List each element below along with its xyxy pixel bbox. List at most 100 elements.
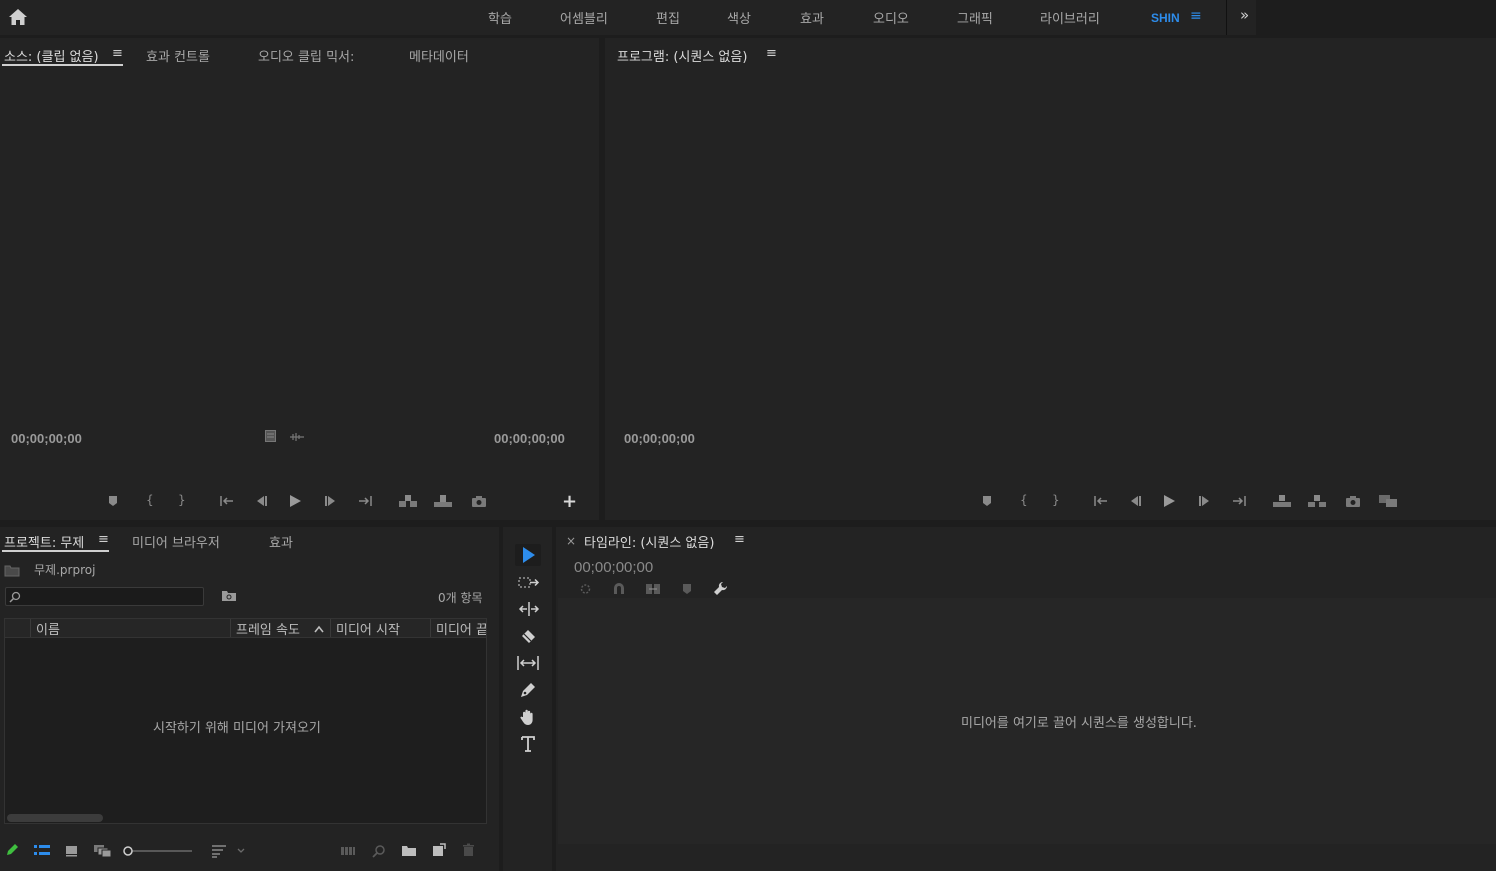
add-marker-icon[interactable] xyxy=(107,495,119,507)
timeline-add-marker-icon[interactable] xyxy=(681,583,693,595)
mark-out-icon[interactable]: } xyxy=(178,493,186,507)
program-play-icon[interactable] xyxy=(1162,494,1176,508)
workspace-assembly[interactable]: 어셈블리 xyxy=(560,8,608,27)
workspace-color[interactable]: 색상 xyxy=(727,8,751,27)
program-export-frame-icon[interactable] xyxy=(1345,495,1361,507)
workspace-shin[interactable]: SHIN xyxy=(1151,11,1180,25)
snap-magnet-icon[interactable] xyxy=(612,582,626,596)
project-bin-icon xyxy=(4,563,20,577)
source-panel-menu-icon[interactable]: ≡ xyxy=(112,46,123,61)
tab-media-browser[interactable]: 미디어 브라우저 xyxy=(132,532,220,551)
home-icon[interactable] xyxy=(8,7,28,27)
track-select-tool[interactable] xyxy=(515,572,541,594)
tab-program[interactable]: 프로그램: (시퀀스 없음) xyxy=(617,46,747,65)
workspace-effects[interactable]: 효과 xyxy=(800,8,824,27)
icon-view-icon[interactable] xyxy=(65,844,79,857)
program-step-back-icon[interactable] xyxy=(1128,495,1142,507)
hand-tool[interactable] xyxy=(515,706,541,728)
step-forward-icon[interactable] xyxy=(324,495,338,507)
lift-icon[interactable] xyxy=(1272,494,1292,508)
go-to-out-icon[interactable] xyxy=(357,495,373,507)
workspace-libraries[interactable]: 라이브러리 xyxy=(1040,8,1100,27)
timeline-empty-message: 미디어를 여기로 끌어 시퀀스를 생성합니다. xyxy=(961,716,1197,731)
ripple-edit-icon xyxy=(518,602,540,616)
source-timecode-playhead[interactable]: 00;00;00;00 xyxy=(11,431,82,446)
tab-metadata[interactable]: 메타데이터 xyxy=(409,46,469,65)
workspace-editing[interactable]: 편집 xyxy=(656,8,680,27)
workspace-graphics[interactable]: 그래픽 xyxy=(957,8,993,27)
slip-icon xyxy=(517,656,539,670)
timeline-panel-menu-icon[interactable]: ≡ xyxy=(734,532,745,547)
program-mark-out-icon[interactable]: } xyxy=(1052,493,1060,507)
tab-timeline[interactable]: 타임라인: (시퀀스 없음) xyxy=(584,532,714,551)
step-back-icon[interactable] xyxy=(254,495,268,507)
play-icon[interactable] xyxy=(288,494,302,508)
project-search-field[interactable] xyxy=(5,587,204,606)
project-tab-underline xyxy=(2,550,109,552)
pen-tool[interactable] xyxy=(515,679,541,701)
zoom-slider[interactable] xyxy=(123,845,193,857)
program-panel-menu-icon[interactable]: ≡ xyxy=(766,46,777,61)
timeline-settings-wrench-icon[interactable] xyxy=(713,581,729,597)
write-enable-pencil-icon[interactable] xyxy=(5,843,19,857)
workspace-audio[interactable]: 오디오 xyxy=(873,8,909,27)
compare-view-icon[interactable] xyxy=(1378,494,1398,508)
workspace-more-icon[interactable]: » xyxy=(1240,6,1249,24)
insert-icon[interactable] xyxy=(398,494,418,508)
slip-tool[interactable] xyxy=(515,652,541,674)
new-bin-icon[interactable] xyxy=(401,844,417,857)
header-divider xyxy=(230,619,231,637)
tab-effects[interactable]: 효과 xyxy=(269,532,293,551)
list-view-icon[interactable] xyxy=(34,844,50,857)
overwrite-icon[interactable] xyxy=(433,494,453,508)
workspace-menu-icon[interactable]: ≡ xyxy=(1190,8,1202,24)
program-add-marker-icon[interactable] xyxy=(981,495,993,507)
find-icon[interactable] xyxy=(372,844,386,858)
program-go-to-out-icon[interactable] xyxy=(1231,495,1247,507)
add-button-icon[interactable]: + xyxy=(562,491,577,512)
sort-icons-icon[interactable] xyxy=(211,844,227,858)
program-go-to-in-icon[interactable] xyxy=(1093,495,1109,507)
program-mark-in-icon[interactable]: { xyxy=(1020,493,1028,507)
selection-tool[interactable] xyxy=(515,544,541,566)
ripple-edit-tool[interactable] xyxy=(515,598,541,620)
drag-video-icon[interactable] xyxy=(265,430,276,442)
close-timeline-icon[interactable]: × xyxy=(566,534,576,548)
workspace-learn[interactable]: 학습 xyxy=(488,8,512,27)
item-count: 0개 항목 xyxy=(438,591,483,605)
pen-icon xyxy=(521,683,535,697)
type-tool[interactable] xyxy=(515,733,541,755)
trash-icon[interactable] xyxy=(462,843,475,857)
project-panel-menu-icon[interactable]: ≡ xyxy=(98,532,109,547)
find-in-bin-icon[interactable] xyxy=(221,589,237,603)
column-media-start[interactable]: 미디어 시작 xyxy=(336,619,428,637)
go-to-in-icon[interactable] xyxy=(219,495,235,507)
sort-ascending-icon[interactable] xyxy=(313,623,325,635)
header-divider xyxy=(330,619,331,637)
razor-tool[interactable] xyxy=(515,625,541,647)
column-name[interactable]: 이름 xyxy=(36,619,226,637)
sort-dropdown-chevron-icon[interactable] xyxy=(236,846,246,856)
automate-to-sequence-icon[interactable] xyxy=(340,845,356,857)
hand-icon xyxy=(520,709,533,725)
export-frame-icon[interactable] xyxy=(471,495,487,507)
mark-in-icon[interactable]: { xyxy=(146,493,154,507)
new-item-icon[interactable] xyxy=(432,843,446,857)
tab-source[interactable]: 소스: (클립 없음) xyxy=(4,46,99,65)
search-input[interactable] xyxy=(24,589,199,604)
tab-audio-clip-mixer[interactable]: 오디오 클립 믹서: xyxy=(258,46,354,65)
tab-project[interactable]: 프로젝트: 무제 xyxy=(4,532,84,551)
nest-insert-icon[interactable] xyxy=(578,582,593,596)
extract-icon[interactable] xyxy=(1307,494,1327,508)
program-timecode[interactable]: 00;00;00;00 xyxy=(624,431,695,446)
freeform-view-icon[interactable] xyxy=(93,843,112,858)
timeline-timecode[interactable]: 00;00;00;00 xyxy=(574,559,653,576)
horizontal-scrollbar[interactable] xyxy=(7,814,103,822)
linked-selection-icon[interactable] xyxy=(645,582,661,596)
search-icon xyxy=(9,591,21,603)
tab-effect-controls[interactable]: 효과 컨트롤 xyxy=(146,46,210,65)
program-step-forward-icon[interactable] xyxy=(1198,495,1212,507)
drag-audio-icon[interactable] xyxy=(289,431,305,443)
column-frame-rate[interactable]: 프레임 속도 xyxy=(236,619,311,637)
column-media-end[interactable]: 미디어 끝 xyxy=(436,619,486,637)
